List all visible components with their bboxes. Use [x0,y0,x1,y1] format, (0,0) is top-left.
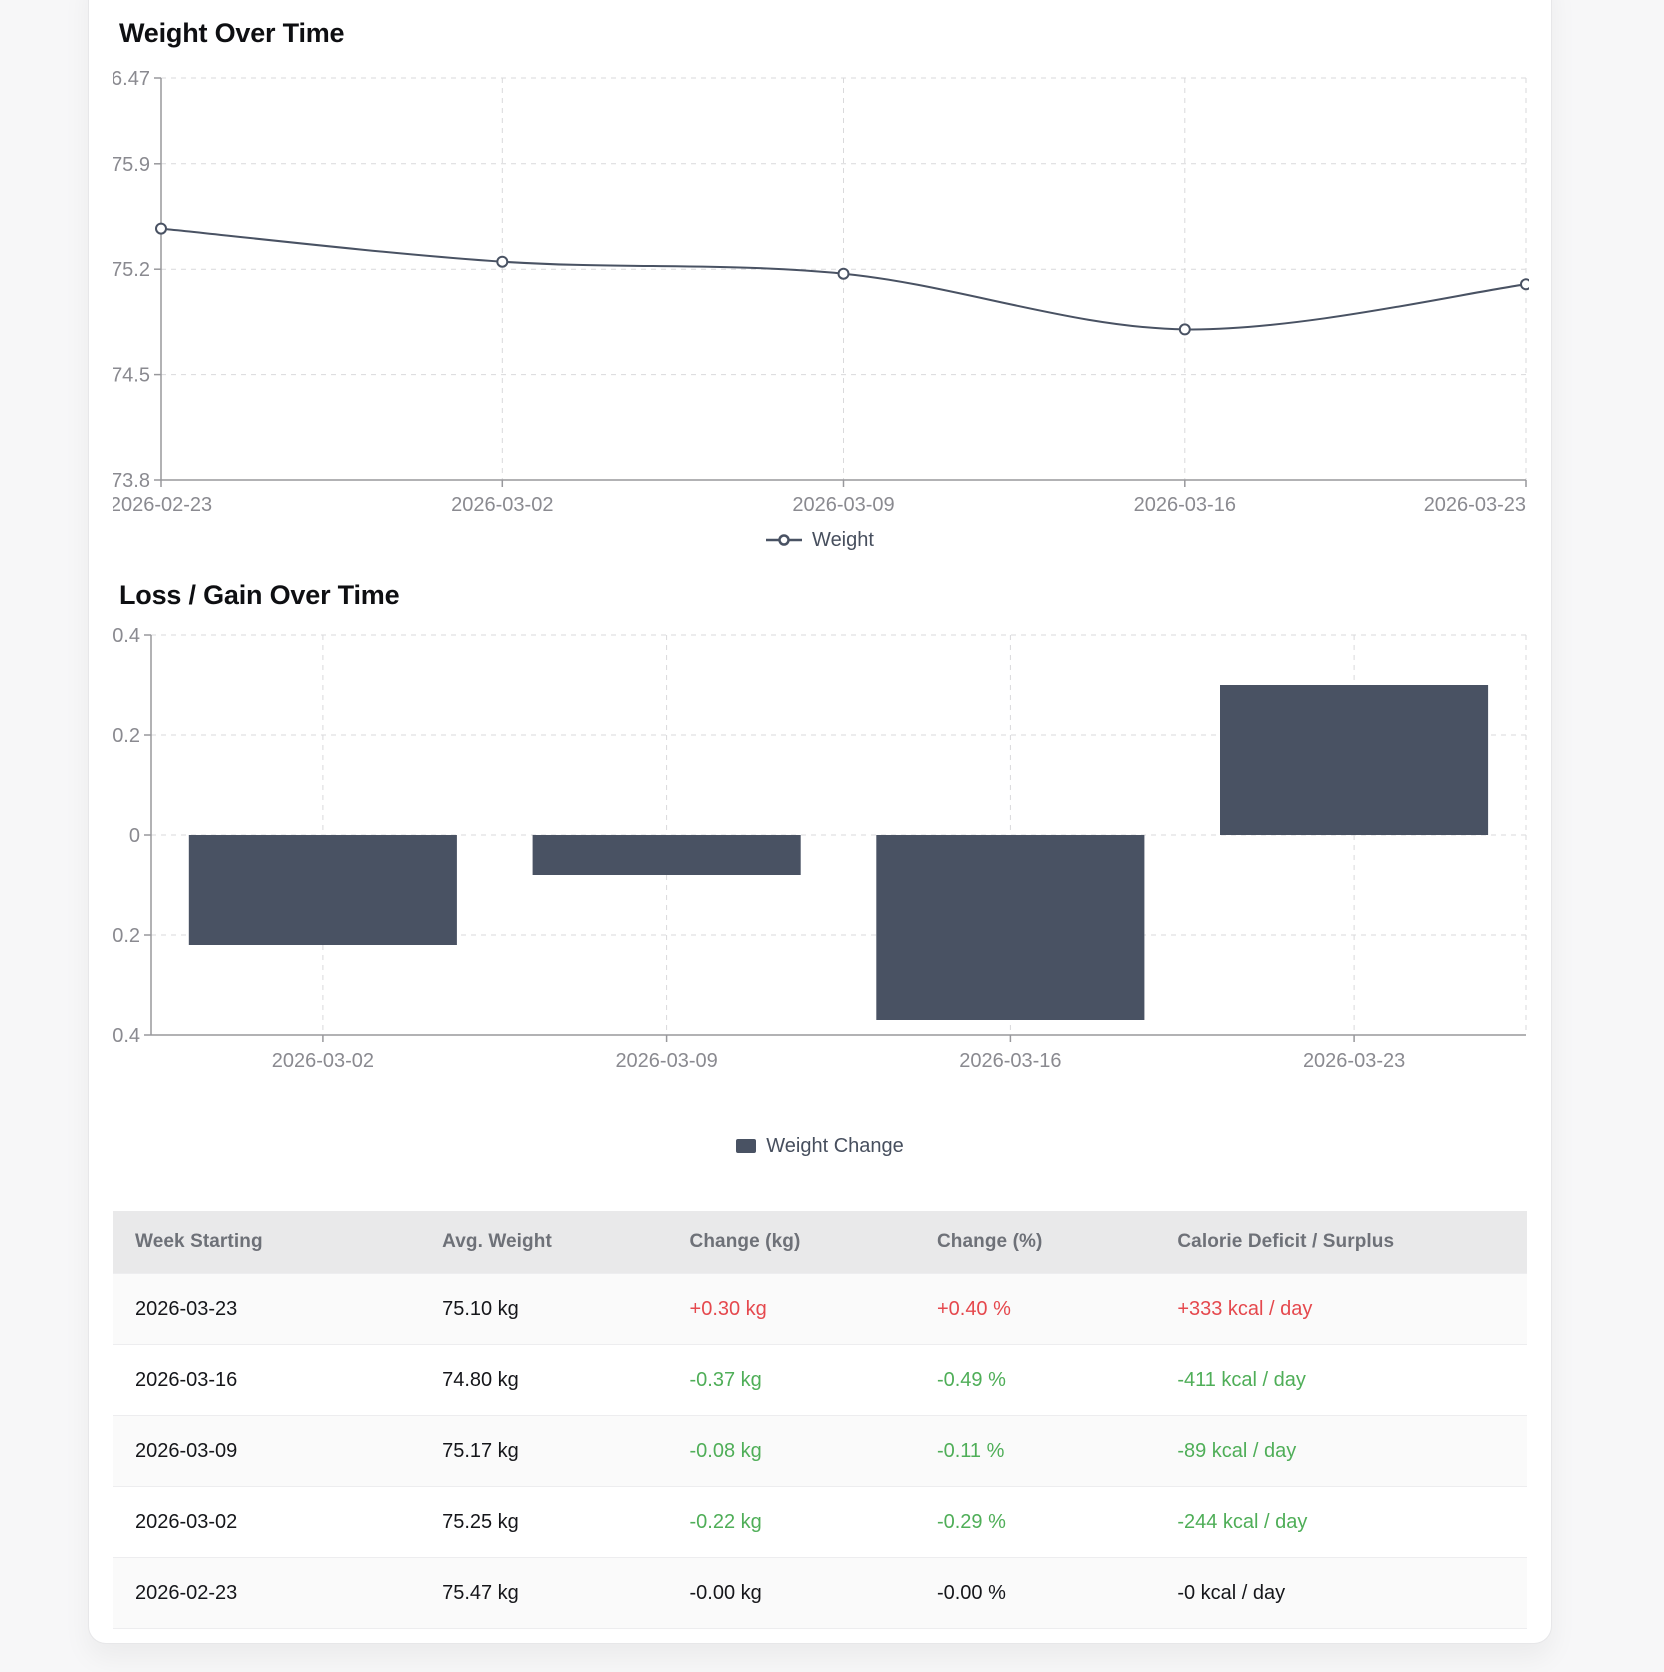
legend-weight-change[interactable]: Weight Change [113,1133,1527,1159]
x-tick-label: 2026-03-23 [1303,1050,1405,1072]
x-tick-label: 2026-03-02 [272,1050,374,1072]
legend-weight-change-label: Weight Change [766,1133,904,1159]
y-tick-label: 75.9 [113,154,150,176]
table-row: 2026-03-0275.25 kg-0.22 kg-0.29 %-244 kc… [113,1487,1527,1558]
cell-5: -411 kcal / day [1159,1345,1527,1416]
table-body: 2026-03-2375.10 kg+0.30 kg+0.40 %+333 kc… [113,1274,1527,1629]
y-tick-label: 75.2 [113,259,150,281]
column-header-1: Week Starting [113,1211,424,1274]
weight-line-chart[interactable]: 76.47 75.9 75.2 74.5 73.82026-02-23 2026-03-0… [113,63,1529,515]
weekly-report-card: Weight Over Time 76.4775.975.274.573.820… [88,0,1552,1644]
cell-4: -0.11 % [919,1416,1159,1487]
cell-5: -0 kcal / day [1159,1558,1527,1629]
cell-5: -89 kcal / day [1159,1416,1527,1487]
cell-2: 75.17 kg [424,1416,671,1487]
data-point-marker[interactable] [156,224,166,234]
y-tick-label: -0.4 [113,1025,140,1047]
cell-1: 2026-03-02 [113,1487,424,1558]
column-header-3: Change (kg) [672,1211,919,1274]
cell-3: +0.30 kg [672,1274,919,1345]
column-header-4: Change (%) [919,1211,1159,1274]
line-series-icon [766,533,802,547]
cell-1: 2026-02-23 [113,1558,424,1629]
cell-3: -0.08 kg [672,1416,919,1487]
cell-4: -0.29 % [919,1487,1159,1558]
cell-2: 75.25 kg [424,1487,671,1558]
cell-4: -0.00 % [919,1558,1159,1629]
y-tick-label: 76.47 [113,68,150,90]
cell-1: 2026-03-23 [113,1274,424,1345]
y-tick-label: 0 [129,825,140,847]
x-tick-label: 2026-03-02 [451,494,553,515]
loss-gain-bar-chart[interactable]: 0.4 0.2 0 -0.2 -0.4 2026-03-02 2026-03-09 2026-… [113,627,1529,1077]
loss-gain-chart-title: Loss / Gain Over Time [119,579,1527,611]
table-row: 2026-03-2375.10 kg+0.30 kg+0.40 %+333 kc… [113,1274,1527,1345]
x-tick-label: 2026-02-23 [113,494,212,515]
x-tick-label: 2026-03-16 [1134,494,1236,515]
cell-4: -0.49 % [919,1345,1159,1416]
weight-change-bar[interactable] [533,835,801,875]
cell-2: 75.10 kg [424,1274,671,1345]
legend-weight-label: Weight [812,527,874,553]
x-tick-label: 2026-03-09 [792,494,894,515]
column-header-5: Calorie Deficit / Surplus [1159,1211,1527,1274]
cell-4: +0.40 % [919,1274,1159,1345]
data-point-marker[interactable] [839,269,849,279]
y-tick-label: -0.2 [113,925,140,947]
cell-1: 2026-03-09 [113,1416,424,1487]
cell-2: 75.47 kg [424,1558,671,1629]
weight-change-bar[interactable] [1220,685,1488,835]
x-tick-label: 2026-03-16 [959,1050,1061,1072]
y-tick-label: 73.8 [113,470,150,492]
y-tick-label: 0.2 [113,725,140,747]
weight-chart-title: Weight Over Time [119,17,1527,49]
cell-2: 74.80 kg [424,1345,671,1416]
cell-5: +333 kcal / day [1159,1274,1527,1345]
data-point-marker[interactable] [1521,279,1529,289]
x-tick-label: 2026-03-09 [615,1050,717,1072]
table-row: 2026-03-1674.80 kg-0.37 kg-0.49 %-411 kc… [113,1345,1527,1416]
table-header: Week StartingAvg. WeightChange (kg)Chang… [113,1211,1527,1274]
cell-3: -0.37 kg [672,1345,919,1416]
table-row: 2026-03-0975.17 kg-0.08 kg-0.11 %-89 kca… [113,1416,1527,1487]
weekly-summary-table: Week StartingAvg. WeightChange (kg)Chang… [113,1211,1527,1629]
data-point-marker[interactable] [1180,324,1190,334]
table-row: 2026-02-2375.47 kg-0.00 kg-0.00 %-0 kcal… [113,1558,1527,1629]
legend-weight[interactable]: Weight [113,527,1527,553]
data-point-marker[interactable] [497,257,507,267]
cell-3: -0.00 kg [672,1558,919,1629]
weight-change-bar[interactable] [876,835,1144,1020]
x-tick-label: 2026-03-23 [1424,494,1526,515]
y-tick-label: 0.4 [113,627,140,647]
bar-series-icon [736,1139,756,1153]
cell-5: -244 kcal / day [1159,1487,1527,1558]
y-tick-label: 74.5 [113,365,150,387]
column-header-2: Avg. Weight [424,1211,671,1274]
cell-3: -0.22 kg [672,1487,919,1558]
cell-1: 2026-03-16 [113,1345,424,1416]
weight-change-bar[interactable] [189,835,457,945]
